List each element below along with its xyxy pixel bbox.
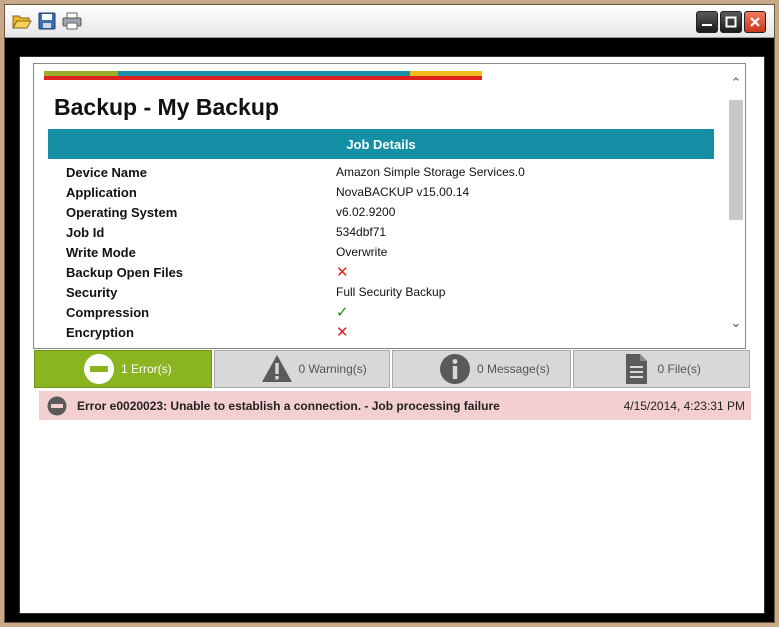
detail-label: Encryption: [66, 324, 134, 340]
app-window: Backup - My Backup Job Details Device Na…: [4, 4, 775, 623]
error-minus-icon: [47, 396, 67, 415]
maximize-icon: [725, 16, 737, 28]
error-list-item[interactable]: Error e0020023: Unable to establish a co…: [39, 391, 751, 420]
check-icon: ✓: [336, 303, 349, 321]
detail-row-operating-system: Operating System v6.02.9200: [66, 202, 706, 222]
result-tabs: 1 Error(s) 0 Warning(s) 0 Message(s) 0 F…: [34, 350, 752, 388]
info-icon: [440, 354, 470, 384]
tab-label: 0 Warning(s): [298, 362, 367, 376]
tab-errors[interactable]: 1 Error(s): [34, 350, 212, 388]
scroll-thumb[interactable]: [729, 100, 743, 220]
title-bar: [5, 5, 774, 38]
file-icon: [625, 354, 647, 384]
tab-warnings[interactable]: 0 Warning(s): [213, 350, 390, 388]
tab-label: 0 Message(s): [477, 362, 550, 376]
detail-row-write-mode: Write Mode Overwrite: [66, 242, 706, 262]
detail-label: Operating System: [66, 204, 178, 220]
print-icon[interactable]: [62, 12, 82, 30]
error-timestamp: 4/15/2014, 4:23:31 PM: [623, 398, 745, 413]
brand-stripe-red: [44, 76, 482, 80]
detail-label: Backup Open Files: [66, 264, 184, 280]
chevron-up-icon[interactable]: ⌃: [727, 76, 745, 94]
folder-open-icon[interactable]: [12, 12, 32, 30]
job-report-panel: Backup - My Backup Job Details Device Na…: [33, 63, 746, 349]
tab-label: 1 Error(s): [121, 362, 172, 376]
minimize-button[interactable]: [696, 11, 718, 33]
detail-row-security: Security Full Security Backup: [66, 282, 706, 302]
detail-value: Amazon Simple Storage Services.0: [336, 165, 525, 179]
warning-triangle-icon: [261, 355, 292, 382]
tab-messages[interactable]: 0 Message(s): [392, 350, 571, 388]
tab-files[interactable]: 0 File(s): [572, 350, 750, 388]
maximize-button[interactable]: [720, 11, 742, 33]
chevron-down-icon[interactable]: ⌄: [727, 316, 745, 334]
job-details-list: Device Name Amazon Simple Storage Servic…: [66, 162, 706, 342]
detail-label: Security: [66, 284, 118, 300]
detail-row-job-id: Job Id 534dbf71: [66, 222, 706, 242]
vertical-scrollbar[interactable]: ⌃ ⌄: [727, 64, 745, 348]
minimize-icon: [702, 24, 712, 26]
detail-value: NovaBACKUP v15.00.14: [336, 185, 470, 199]
close-button[interactable]: [744, 11, 766, 33]
detail-label: Compression: [66, 304, 150, 320]
detail-label: Write Mode: [66, 244, 136, 260]
detail-row-application: Application NovaBACKUP v15.00.14: [66, 182, 706, 202]
content-area: Backup - My Backup Job Details Device Na…: [19, 56, 765, 614]
detail-label: Job Id: [66, 224, 105, 240]
detail-row-encryption: Encryption ✕: [66, 322, 706, 342]
detail-row-backup-open-files: Backup Open Files ✕: [66, 262, 706, 282]
page-title: Backup - My Backup: [54, 94, 279, 120]
detail-value: 534dbf71: [336, 225, 387, 239]
error-minus-icon: [84, 354, 114, 384]
cross-icon: ✕: [336, 323, 349, 341]
detail-label: Application: [66, 184, 137, 200]
detail-label: Device Name: [66, 164, 147, 180]
detail-value: Full Security Backup: [336, 285, 446, 299]
save-icon[interactable]: [37, 12, 57, 30]
cross-icon: ✕: [336, 263, 349, 281]
detail-value: Overwrite: [336, 245, 388, 259]
tab-label: 0 File(s): [657, 362, 701, 376]
detail-row-device-name: Device Name Amazon Simple Storage Servic…: [66, 162, 706, 182]
detail-value: v6.02.9200: [336, 205, 396, 219]
detail-row-compression: Compression ✓: [66, 302, 706, 322]
error-message: Error e0020023: Unable to establish a co…: [77, 398, 500, 413]
close-icon: [750, 17, 760, 27]
section-header-job-details: Job Details: [48, 129, 714, 159]
